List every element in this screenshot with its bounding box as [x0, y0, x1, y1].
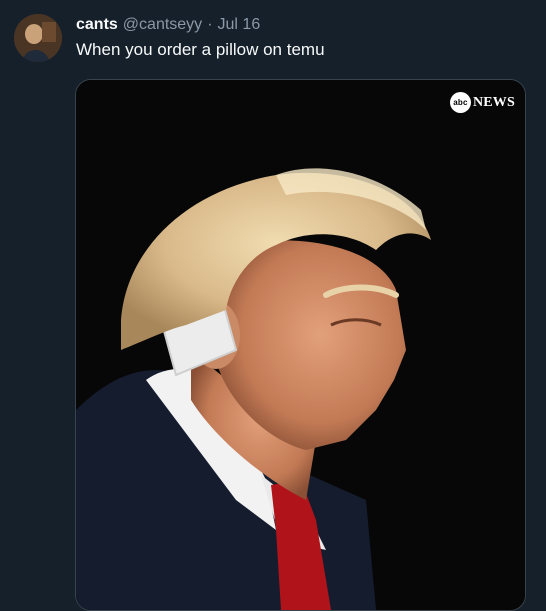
avatar[interactable]	[14, 14, 62, 62]
separator-dot: ·	[207, 16, 213, 33]
tweet-date[interactable]: Jul 16	[218, 16, 261, 34]
display-name[interactable]: cants	[76, 16, 118, 34]
media-photo	[76, 80, 525, 610]
user-handle[interactable]: @cantseyy	[123, 16, 202, 34]
tweet-media[interactable]: abc NEWS	[75, 79, 526, 611]
tweet-text: When you order a pillow on temu	[76, 40, 325, 59]
abc-news-watermark: abc NEWS	[449, 92, 515, 113]
avatar-image	[14, 14, 62, 62]
tweet-header: cants @cantseyy · Jul 16	[76, 14, 260, 36]
watermark-text: NEWS	[472, 94, 515, 110]
abc-logo-icon: abc	[449, 92, 471, 113]
